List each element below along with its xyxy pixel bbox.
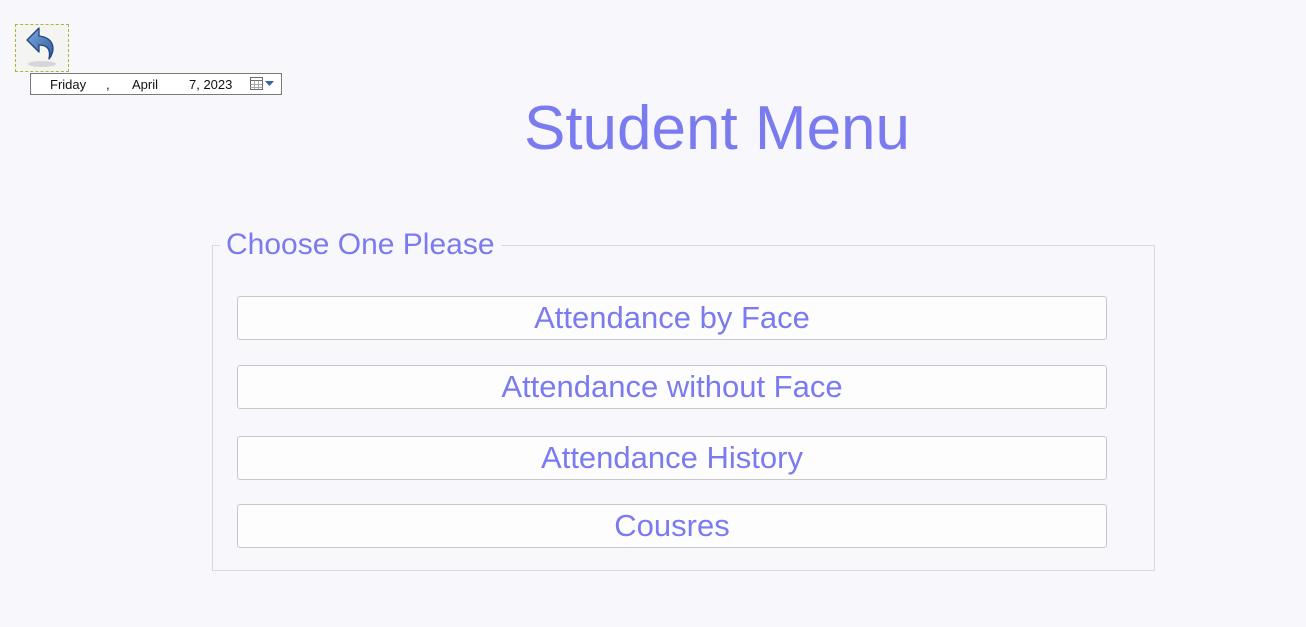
date-picker[interactable]: Friday , April 7, 2023 [30,73,282,95]
date-day-year[interactable]: 7, 2023 [189,77,232,92]
attendance-history-button[interactable]: Attendance History [237,436,1107,480]
attendance-without-face-button[interactable]: Attendance without Face [237,365,1107,409]
group-label: Choose One Please [220,226,501,264]
date-month[interactable]: April [132,77,158,92]
date-weekday[interactable]: Friday [50,77,86,92]
undo-arrow-icon [26,27,56,67]
date-separator: , [106,77,110,92]
back-button[interactable] [15,24,69,72]
attendance-by-face-button[interactable]: Attendance by Face [237,296,1107,340]
page-title: Student Menu [523,94,911,163]
courses-button[interactable]: Cousres [237,504,1107,548]
calendar-dropdown-icon[interactable] [249,76,277,92]
